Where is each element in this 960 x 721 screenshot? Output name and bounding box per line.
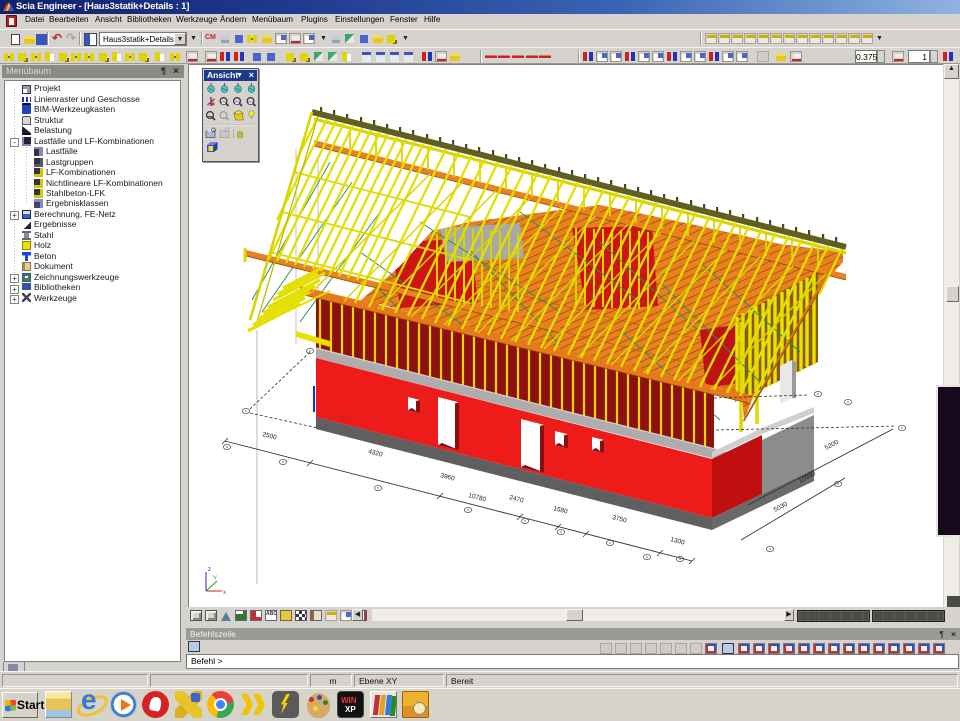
svg-text:x: x [223, 590, 226, 596]
svg-text:3750: 3750 [612, 514, 628, 524]
svg-text:2500: 2500 [262, 431, 278, 441]
svg-text:Y: Y [213, 576, 217, 582]
svg-text:4320: 4320 [368, 448, 384, 458]
svg-text:1580: 1580 [553, 505, 569, 515]
svg-text:10780: 10780 [468, 492, 488, 503]
svg-text:z: z [208, 567, 211, 573]
svg-text:3960: 3960 [440, 472, 456, 482]
svg-text:B: B [237, 130, 244, 140]
svg-text:5200: 5200 [824, 439, 840, 452]
svg-text:1300: 1300 [670, 536, 686, 546]
svg-text:5030: 5030 [773, 501, 789, 514]
svg-text:2470: 2470 [509, 494, 525, 504]
